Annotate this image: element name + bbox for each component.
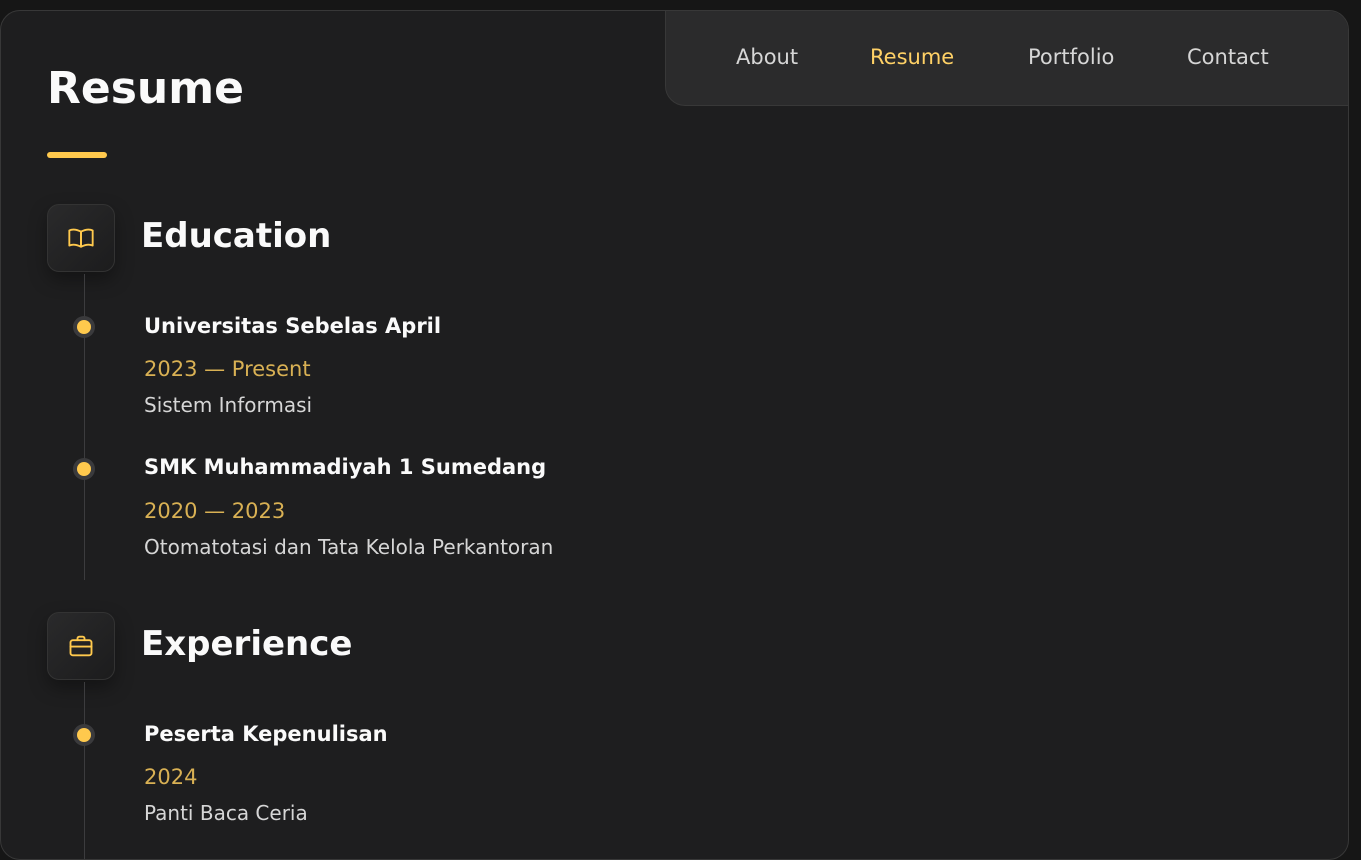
experience-icon-box	[47, 612, 115, 680]
experience-item-title: Peserta Kepenulisan	[144, 722, 388, 746]
nav-link-portfolio[interactable]: Portfolio	[1028, 45, 1114, 69]
resume-window: About Resume Portfolio Contact Resume Ed…	[0, 10, 1349, 860]
nav-link-about[interactable]: About	[736, 45, 798, 69]
briefcase-icon	[69, 635, 93, 657]
timeline-dot	[77, 320, 91, 334]
timeline-dot	[77, 728, 91, 742]
education-item-date: 2023 — Present	[144, 357, 311, 381]
education-title: Education	[141, 216, 332, 256]
experience-item-description: Panti Baca Ceria	[144, 801, 308, 825]
page-title: Resume	[47, 63, 244, 114]
book-open-icon	[68, 228, 94, 248]
timeline-dot	[77, 462, 91, 476]
education-item-title: SMK Muhammadiyah 1 Sumedang	[144, 455, 547, 479]
navbar: About Resume Portfolio Contact	[665, 11, 1348, 106]
education-item-date: 2020 — 2023	[144, 499, 286, 523]
education-item-description: Sistem Informasi	[144, 393, 313, 417]
education-item-title: Universitas Sebelas April	[144, 314, 442, 338]
nav-link-contact[interactable]: Contact	[1187, 45, 1269, 69]
experience-item-date: 2024	[144, 765, 198, 789]
education-icon-box	[47, 204, 115, 272]
experience-timeline-line	[84, 682, 85, 859]
education-item-description: Otomatotasi dan Tata Kelola Perkantoran	[144, 535, 554, 559]
nav-link-resume[interactable]: Resume	[870, 45, 954, 69]
title-underline	[47, 152, 107, 158]
experience-title: Experience	[141, 624, 353, 664]
